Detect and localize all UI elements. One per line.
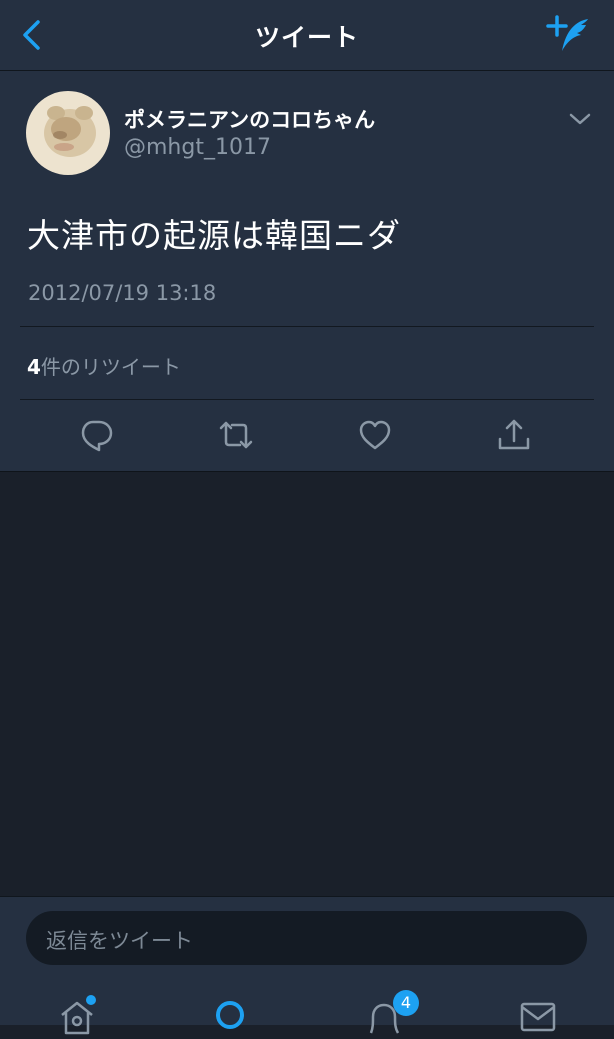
retweet-button[interactable] [218, 417, 254, 453]
home-icon [61, 995, 96, 1035]
share-button[interactable] [496, 417, 532, 453]
avatar[interactable] [26, 91, 110, 175]
author-handle[interactable]: @mhgt_1017 [124, 135, 271, 160]
tab-home[interactable] [56, 995, 102, 1035]
compose-tweet-icon [546, 15, 588, 51]
reply-placeholder: 返信をツイート [46, 929, 193, 953]
retweet-count-label: 件のリツイート [40, 355, 181, 379]
tab-search[interactable] [207, 995, 253, 1035]
reply-icon [81, 420, 113, 452]
search-icon [216, 1001, 244, 1029]
mail-icon [520, 1002, 556, 1032]
reply-bar: 返信をツイート 4 [0, 896, 614, 1035]
retweet-count: 4 [27, 355, 41, 379]
notifications-badge: 4 [393, 990, 419, 1016]
tweet-text: 大津市の起源は韓国ニダ [27, 216, 401, 255]
tweet-timestamp: 2012/07/19 13:18 [28, 281, 217, 305]
heart-icon [359, 420, 391, 450]
more-options-button[interactable] [568, 111, 592, 125]
page-title: ツイート [254, 23, 359, 52]
retweet-count-link[interactable]: 4件のリツイート [27, 351, 181, 380]
compose-tweet-button[interactable] [546, 14, 592, 56]
share-icon [498, 419, 530, 450]
reply-button[interactable] [78, 417, 114, 453]
reply-input[interactable]: 返信をツイート [26, 911, 587, 965]
divider [20, 326, 594, 327]
divider [20, 399, 594, 400]
chevron-down-icon [569, 113, 591, 125]
tab-messages[interactable] [516, 995, 562, 1035]
like-button[interactable] [357, 417, 393, 453]
tweet-detail: ポメラニアンのコロちゃん @mhgt_1017 大津市の起源は韓国ニダ 2012… [0, 71, 614, 472]
retweet-icon [219, 421, 253, 449]
author-display-name[interactable]: ポメラニアンのコロちゃん [124, 104, 375, 134]
top-nav-bar: ツイート [0, 0, 614, 71]
